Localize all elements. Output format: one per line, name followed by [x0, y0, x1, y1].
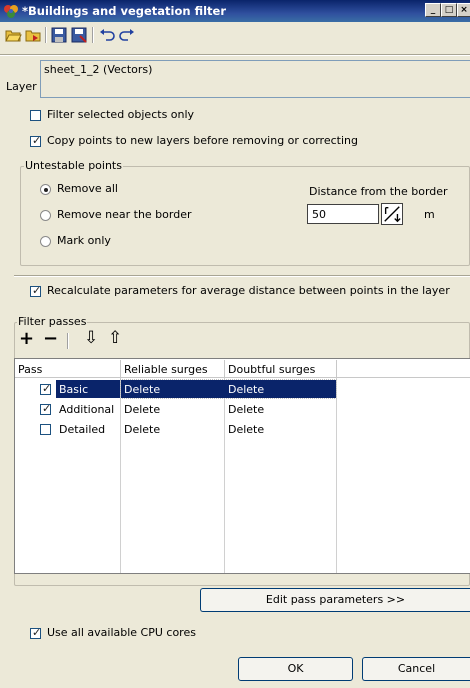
radio-remove-all[interactable] [40, 184, 51, 195]
pass-doubtful[interactable]: Delete [225, 401, 264, 419]
cancel-button[interactable]: Cancel [362, 657, 470, 681]
toolbar-separator [92, 27, 94, 43]
radio-mark-only[interactable] [40, 236, 51, 247]
app-icon [4, 5, 18, 18]
pass-name[interactable]: Detailed [56, 421, 105, 439]
layer-label: Layer [6, 80, 37, 93]
pass-name[interactable]: Basic [56, 381, 88, 399]
cpu-cores-label: Use all available CPU cores [47, 626, 196, 639]
copy-points-checkbox[interactable]: ✓ [30, 134, 41, 147]
divider [0, 54, 470, 56]
pass-doubtful[interactable]: Delete [225, 381, 264, 399]
pass-reliable[interactable]: Delete [121, 401, 160, 419]
filter-passes-title: Filter passes [17, 315, 88, 328]
pass-checkbox[interactable]: ✓ [40, 382, 51, 395]
toolbar-separator [67, 333, 69, 349]
ok-button[interactable]: OK [238, 657, 353, 681]
undo-icon[interactable] [98, 26, 116, 44]
minimize-button[interactable]: _ [425, 3, 441, 17]
open-as-icon[interactable] [24, 26, 42, 44]
remove-pass-button[interactable]: − [43, 330, 58, 348]
divider [14, 275, 470, 277]
column-header-doubtful[interactable]: Doubtful surges [225, 360, 337, 378]
radio-remove-near-border-label: Remove near the border [57, 208, 192, 221]
untestable-points-title: Untestable points [24, 159, 123, 172]
copy-points-label: Copy points to new layers before removin… [47, 134, 358, 147]
maximize-button[interactable]: □ [441, 3, 457, 17]
pass-checkbox[interactable] [40, 424, 51, 435]
add-pass-button[interactable]: + [19, 330, 34, 348]
close-button[interactable]: × [457, 3, 470, 17]
distance-value: 50 [312, 208, 326, 221]
spin-arrows-icon[interactable] [381, 203, 403, 225]
save-icon[interactable] [50, 26, 68, 44]
open-folder-icon[interactable] [4, 26, 22, 44]
distance-unit: m [424, 208, 435, 221]
pass-checkbox[interactable]: ✓ [40, 402, 51, 415]
edit-pass-parameters-button[interactable]: Edit pass parameters >> [200, 588, 470, 612]
filter-selected-label: Filter selected objects only [47, 108, 195, 121]
distance-label: Distance from the border [309, 185, 448, 198]
save-as-icon[interactable] [70, 26, 88, 44]
filter-selected-checkbox[interactable] [30, 110, 41, 121]
radio-mark-only-label: Mark only [57, 234, 111, 247]
pass-reliable[interactable]: Delete [121, 381, 160, 399]
pass-name[interactable]: Additional [56, 401, 114, 419]
column-line [336, 378, 337, 573]
radio-remove-near-border[interactable] [40, 210, 51, 221]
pass-doubtful[interactable]: Delete [225, 421, 264, 439]
redo-icon[interactable] [118, 26, 136, 44]
radio-remove-all-label: Remove all [57, 182, 118, 195]
window-title: *Buildings and vegetation filter [22, 4, 227, 18]
column-header-pass[interactable]: Pass [15, 360, 121, 378]
toolbar-separator [45, 27, 47, 43]
cpu-cores-checkbox[interactable]: ✓ [30, 626, 41, 639]
move-down-button[interactable]: ⇩ [84, 329, 98, 347]
move-up-button[interactable]: ⇧ [108, 329, 122, 347]
recalculate-checkbox[interactable]: ✓ [30, 284, 41, 297]
pass-reliable[interactable]: Delete [121, 421, 160, 439]
layer-value: sheet_1_2 (Vectors) [44, 63, 153, 76]
column-header-empty [337, 360, 470, 378]
column-header-reliable[interactable]: Reliable surges [121, 360, 225, 378]
recalculate-label: Recalculate parameters for average dista… [47, 284, 450, 297]
